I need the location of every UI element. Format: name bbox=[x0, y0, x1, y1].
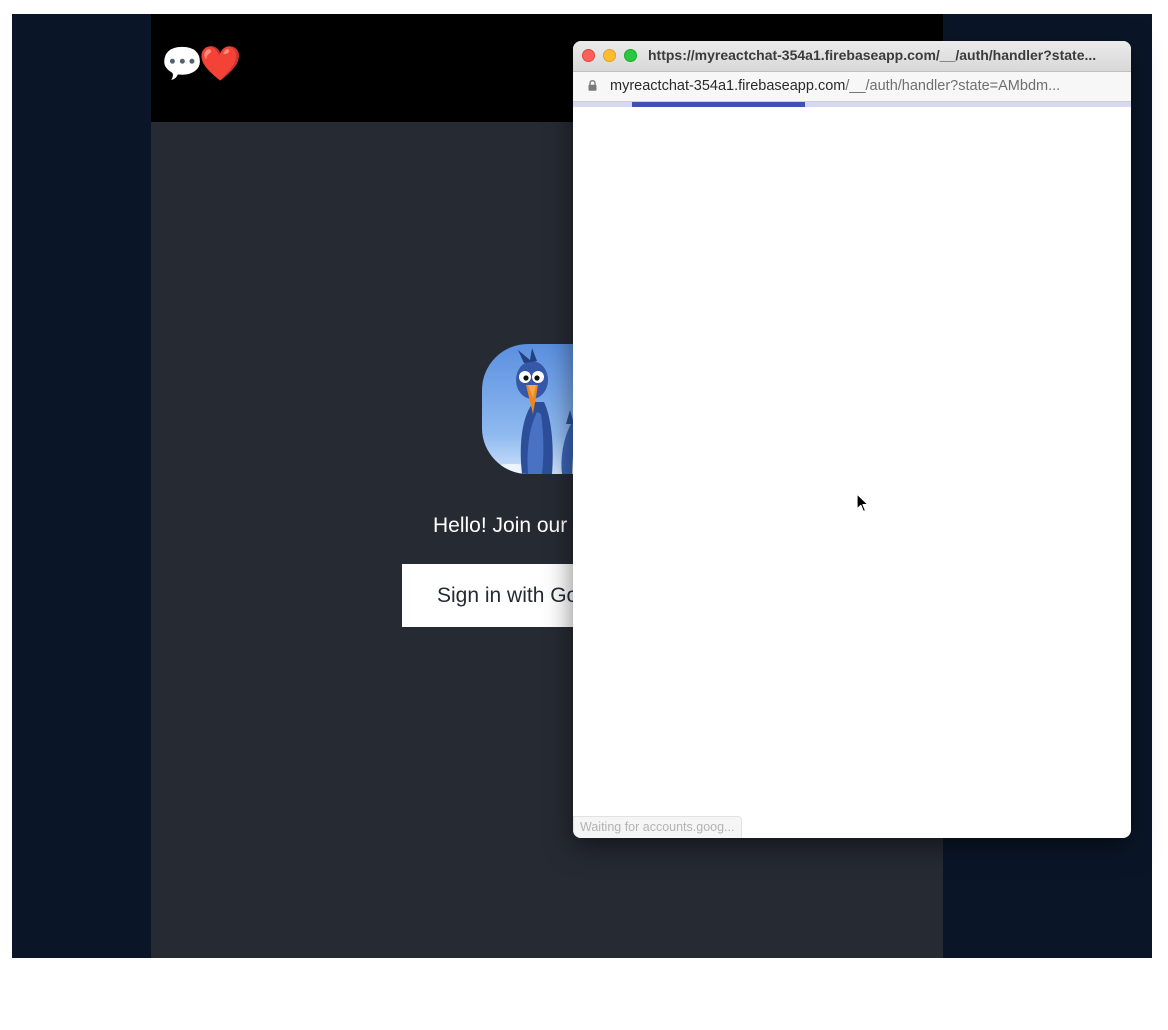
address-bar[interactable]: myreactchat-354a1.firebaseapp.com/__/aut… bbox=[573, 72, 1131, 102]
window-titlebar[interactable]: https://myreactchat-354a1.firebaseapp.co… bbox=[573, 41, 1131, 72]
loading-progress-fill bbox=[632, 102, 805, 107]
welcome-text: Hello! Join our bbox=[433, 514, 568, 537]
lock-icon bbox=[588, 80, 597, 91]
status-bar: Waiting for accounts.goog... bbox=[573, 816, 743, 838]
address-path: /__/auth/handler?state=AMbdm... bbox=[845, 78, 1061, 94]
emoji-logo[interactable]: 💬❤️😆 bbox=[161, 44, 273, 84]
auth-popup-window: https://myreactchat-354a1.firebaseapp.co… bbox=[573, 41, 1131, 838]
mouse-cursor-icon bbox=[856, 493, 869, 513]
minimize-window-button[interactable] bbox=[603, 49, 616, 62]
zoom-window-button[interactable] bbox=[624, 49, 637, 62]
address-url: myreactchat-354a1.firebaseapp.com/__/aut… bbox=[610, 78, 1125, 94]
window-title: https://myreactchat-354a1.firebaseapp.co… bbox=[648, 47, 1097, 63]
address-domain: myreactchat-354a1.firebaseapp.com bbox=[610, 78, 846, 94]
loading-progress-bar bbox=[573, 102, 1131, 107]
close-window-button[interactable] bbox=[582, 49, 595, 62]
